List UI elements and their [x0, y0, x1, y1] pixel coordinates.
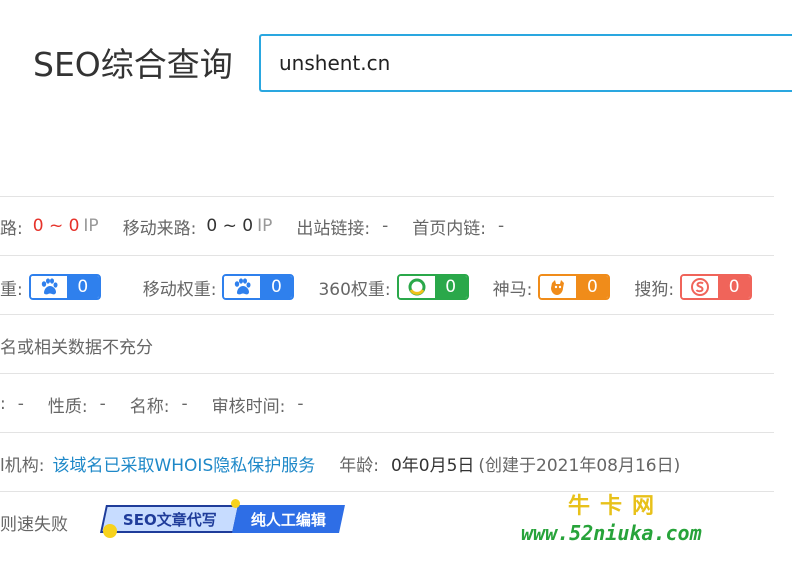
whois-row: l机构: 该域名已采取WHOIS隐私保护服务 年龄: 0年0月5日 (创建于20…: [0, 435, 774, 491]
watermark-title: 牛卡网: [568, 493, 665, 519]
shenma-weight-value: 0: [576, 276, 609, 298]
baidu-weight-badge[interactable]: 0: [28, 274, 101, 300]
rank-row: 名或相关数据不充分: [0, 317, 774, 373]
shenma-weight-label: 神马:: [492, 279, 533, 300]
registrar-link[interactable]: 该域名已采取WHOIS隐私保护服务: [52, 451, 315, 476]
icp-name-value: -: [181, 394, 188, 414]
promo-right-text: 纯人工编辑: [250, 510, 326, 529]
divider: [0, 314, 774, 315]
mobile-paw-icon: [224, 276, 261, 298]
registrar-label: l机构:: [0, 455, 45, 476]
icp-row: : - 性质: - 名称: - 审核时间: -: [0, 376, 774, 432]
icp-lead-label: :: [0, 394, 6, 414]
shenma-horse-icon: [540, 276, 577, 298]
sogou-weight-label: 搜狗:: [634, 279, 675, 300]
sogou-logo-icon: [682, 276, 719, 298]
promo-left-tag: SEO文章代写: [100, 505, 240, 533]
mobile-weight-badge[interactable]: 0: [222, 274, 295, 300]
baidu-weight-label: 重:: [0, 279, 23, 300]
divider: [0, 255, 774, 256]
360-weight-badge[interactable]: 0: [396, 274, 469, 300]
promo-decor-dot: [103, 524, 117, 538]
domain-created-note: (创建于2021年08月16日): [478, 455, 681, 476]
mobile-weight-label: 移动权重:: [142, 279, 217, 300]
icp-lead-value: -: [17, 394, 24, 414]
domain-search-box[interactable]: [259, 34, 792, 92]
360-weight-value: 0: [434, 276, 467, 298]
pc-traffic-label: 路:: [0, 218, 23, 239]
sogou-weight-badge[interactable]: 0: [680, 274, 753, 300]
icp-name-label: 名称:: [129, 396, 170, 417]
mobile-traffic-label: 移动来路:: [122, 218, 197, 239]
mobile-traffic-unit: IP: [257, 216, 273, 236]
page-title: SEO综合查询: [33, 45, 233, 84]
icp-nature-value: -: [99, 394, 106, 414]
pc-traffic-value[interactable]: 0 ~ 0: [33, 216, 80, 236]
icp-nature-label: 性质:: [47, 396, 88, 417]
baidu-weight-value: 0: [66, 276, 99, 298]
outbound-links-label: 出站链接:: [296, 218, 371, 239]
sogou-weight-value: 0: [718, 276, 751, 298]
promo-decor-dot: [231, 499, 240, 508]
divider: [0, 432, 774, 433]
domain-age-label: 年龄:: [339, 455, 379, 476]
icp-audit-label: 审核时间:: [211, 396, 286, 417]
shenma-weight-badge[interactable]: 0: [538, 274, 611, 300]
icp-audit-value: -: [297, 394, 304, 414]
mobile-traffic-value[interactable]: 0 ~ 0: [206, 216, 253, 236]
internal-links-value: -: [497, 216, 505, 236]
divider: [0, 196, 774, 197]
internal-links-label: 首页内链:: [412, 218, 486, 239]
mobile-weight-value: 0: [260, 276, 293, 298]
promo-right-tag: 纯人工编辑: [231, 505, 345, 533]
baidu-paw-icon: [30, 276, 67, 298]
weight-row: 重: 0 移动权重: 0 360权重: 0 神马: 0 搜狗: 0: [0, 259, 774, 315]
watermark-url: www.52niuka.com: [521, 521, 702, 545]
360-logo-icon: [398, 276, 435, 298]
rank-message: 名或相关数据不充分: [0, 337, 153, 358]
pc-traffic-unit: IP: [83, 216, 99, 236]
outbound-links-value: -: [382, 216, 389, 236]
360-weight-label: 360权重:: [318, 279, 391, 300]
domain-age-value: 0年0月5日: [390, 455, 475, 476]
seo-writing-promo-banner[interactable]: SEO文章代写 纯人工编辑: [100, 503, 345, 535]
domain-search-input[interactable]: [277, 50, 792, 76]
traffic-row: 路: 0 ~ 0 IP 移动来路: 0 ~ 0 IP 出站链接: - 首页内链:…: [0, 198, 774, 254]
speed-test-message: 则速失败: [0, 514, 68, 535]
promo-left-text: SEO文章代写: [123, 510, 217, 529]
divider: [0, 373, 774, 374]
